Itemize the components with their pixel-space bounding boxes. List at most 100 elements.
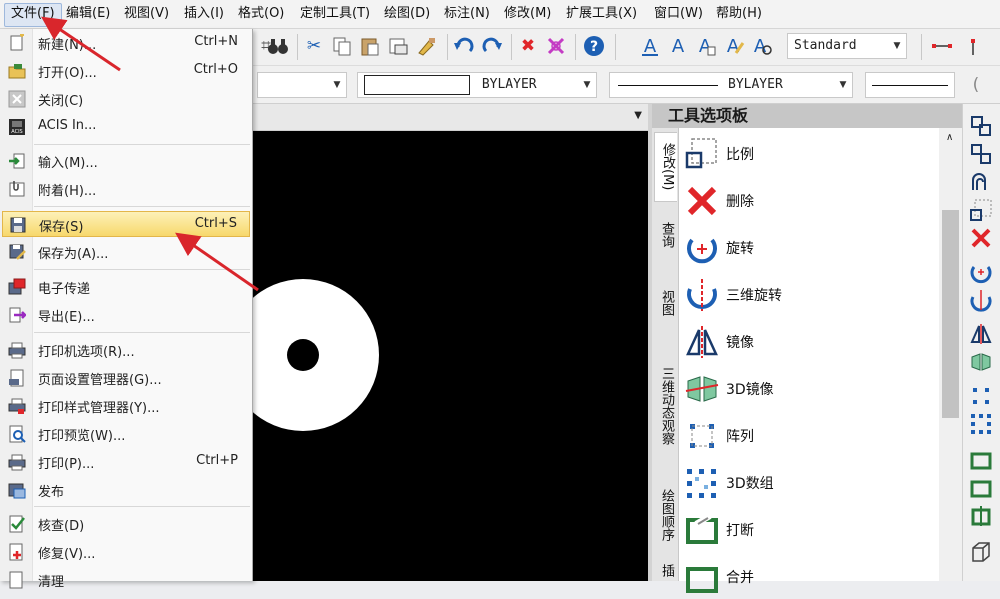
menu-item-open[interactable]: 打开(O)... Ctrl+O — [2, 58, 250, 84]
menu-item-print-preview[interactable]: 打印预览(W)... — [2, 421, 250, 447]
menu-item-save-as[interactable]: 保存为(A)... — [2, 239, 250, 265]
palette-item-mirror-3d[interactable]: 3D镜像 — [682, 367, 932, 411]
palette-scrollbar[interactable]: ∧ — [939, 128, 962, 581]
drawing-canvas[interactable] — [253, 131, 648, 581]
erase-small-icon[interactable] — [969, 226, 993, 250]
menu-format[interactable]: 格式(O) — [232, 3, 290, 25]
tab-insert[interactable]: 插 — [654, 560, 676, 580]
tab-list-arrow-icon[interactable]: ▼ — [634, 110, 642, 121]
menu-draw[interactable]: 绘图(D) — [378, 3, 436, 25]
scale-small-icon[interactable] — [969, 198, 993, 222]
rotate-small-icon[interactable] — [969, 260, 993, 284]
palette-item-mirror[interactable]: 镜像 — [682, 320, 932, 364]
palette-item-join[interactable]: 合并 — [682, 555, 932, 599]
menu-item-import[interactable]: 输入(M)... — [2, 148, 250, 174]
palette-item-rotate-3d[interactable]: 三维旋转 — [682, 273, 932, 317]
menu-item-etransmit[interactable]: 电子传递 — [2, 274, 250, 300]
move-icon[interactable] — [969, 142, 993, 166]
menu-item-acis-in[interactable]: ACIS ACIS In... — [2, 114, 250, 140]
linear-dimension-icon[interactable] — [931, 35, 953, 57]
scrollbar-thumb[interactable] — [942, 210, 959, 418]
mirror-3d-small-icon[interactable] — [969, 350, 993, 374]
find-text-icon[interactable]: A — [751, 35, 773, 57]
menu-help[interactable]: 帮助(H) — [710, 3, 768, 25]
redo-icon[interactable] — [481, 35, 503, 57]
tab-view[interactable]: 视图 — [654, 278, 676, 328]
palette-item-delete[interactable]: 删除 — [682, 179, 932, 223]
menu-item-audit[interactable]: 核查(D) — [2, 511, 250, 537]
menu-extended-tools[interactable]: 扩展工具(X) — [560, 3, 643, 25]
paste-icon[interactable] — [359, 35, 381, 57]
palette-item-array[interactable]: 阵列 — [682, 414, 932, 458]
scroll-up-icon[interactable]: ∧ — [946, 132, 953, 143]
delete-icon — [687, 186, 717, 216]
layer-select[interactable]: ▼ — [257, 72, 347, 98]
array-3d-small-icon[interactable] — [969, 412, 993, 436]
palette-item-rotate[interactable]: 旋转 — [682, 226, 932, 270]
menu-modify[interactable]: 修改(M) — [498, 3, 557, 25]
inner-hole[interactable] — [287, 339, 319, 371]
menu-file[interactable]: 文件(F) — [4, 3, 62, 27]
menu-item-attach[interactable]: 附着(H)... — [2, 176, 250, 202]
menu-dimension[interactable]: 标注(N) — [438, 3, 496, 25]
menu-item-publish[interactable]: 发布 — [2, 477, 250, 503]
help-icon[interactable]: ? — [583, 35, 605, 57]
match-properties-icon[interactable] — [415, 35, 437, 57]
array-small-icon[interactable] — [969, 384, 993, 408]
text-style-icon[interactable]: A — [639, 35, 661, 57]
box-3d-icon[interactable] — [969, 540, 993, 564]
rotate-3d-small-icon[interactable] — [969, 288, 993, 312]
copy-object-icon[interactable] — [969, 114, 993, 138]
text-format-icon[interactable]: A — [723, 35, 745, 57]
tab-query[interactable]: 查询 — [654, 210, 676, 260]
menu-insert[interactable]: 插入(I) — [178, 3, 230, 25]
menu-item-export[interactable]: 导出(E)... — [2, 302, 250, 328]
undo-icon[interactable] — [453, 35, 475, 57]
menu-item-printer-options[interactable]: 打印机选项(R)... — [2, 337, 250, 363]
print-preview-icon — [9, 425, 26, 443]
aligned-dimension-icon[interactable] — [967, 35, 989, 57]
menu-item-purge[interactable]: 清理 — [2, 567, 250, 593]
text-style-select[interactable]: Standard ▼ — [787, 33, 907, 59]
edit-text-icon[interactable]: A — [695, 35, 717, 57]
tab-3d-orbit[interactable]: 三维动态观察 — [654, 348, 676, 464]
color-select[interactable]: BYLAYER ▼ — [357, 72, 597, 98]
menu-separator — [34, 332, 250, 333]
binoculars-icon[interactable] — [267, 35, 289, 57]
menu-edit[interactable]: 编辑(E) — [60, 3, 116, 25]
mirror-small-icon[interactable] — [969, 322, 993, 346]
cut-icon[interactable]: ✂ — [303, 35, 325, 57]
properties-toolbar: ▼ BYLAYER ▼ BYLAYER ▼ ( — [253, 66, 1000, 104]
deselect-icon[interactable] — [545, 35, 567, 57]
erase-icon[interactable]: ✖ — [517, 35, 539, 57]
tab-modify[interactable]: 修改(M) — [654, 132, 677, 202]
drawing-svg — [253, 279, 379, 431]
copy-icon[interactable] — [331, 35, 353, 57]
menu-window[interactable]: 窗口(W) — [648, 3, 709, 25]
offset-icon[interactable] — [969, 170, 993, 194]
join-small-icon[interactable] — [969, 476, 993, 500]
menu-custom-tools[interactable]: 定制工具(T) — [294, 3, 376, 25]
break-small-icon[interactable] — [969, 448, 993, 472]
plot-style-icon[interactable]: ( — [965, 74, 987, 96]
trim-icon[interactable] — [969, 504, 993, 528]
tab-draw-order[interactable]: 绘图顺序 — [654, 480, 676, 550]
linetype-select[interactable]: BYLAYER ▼ — [609, 72, 853, 98]
multiline-text-icon[interactable]: A — [667, 35, 689, 57]
menu-item-page-setup[interactable]: 页面设置管理器(G)... — [2, 365, 250, 391]
paste-special-icon[interactable] — [387, 35, 409, 57]
palette-item-scale[interactable]: 比例 — [682, 132, 932, 176]
menu-item-recover[interactable]: 修复(V)... — [2, 539, 250, 565]
menu-item-close[interactable]: 关闭(C) — [2, 86, 250, 112]
etransmit-icon — [8, 278, 26, 295]
palette-item-break[interactable]: 打断 — [682, 508, 932, 552]
menu-view[interactable]: 视图(V) — [118, 3, 175, 25]
menu-item-plot-style[interactable]: 打印样式管理器(Y)... — [2, 393, 250, 419]
save-icon — [10, 217, 26, 233]
palette-item-array-3d[interactable]: 3D数组 — [682, 461, 932, 505]
menu-item-print[interactable]: 打印(P)... Ctrl+P — [2, 449, 250, 475]
lineweight-select[interactable] — [865, 72, 955, 98]
menu-item-save[interactable]: 保存(S) Ctrl+S — [2, 211, 250, 237]
standard-toolbar: ⌗ ✂ ✖ ? A A A A A Standard ▼ — [253, 29, 1000, 66]
menu-item-new[interactable]: 新建(N)... Ctrl+N — [2, 30, 250, 56]
